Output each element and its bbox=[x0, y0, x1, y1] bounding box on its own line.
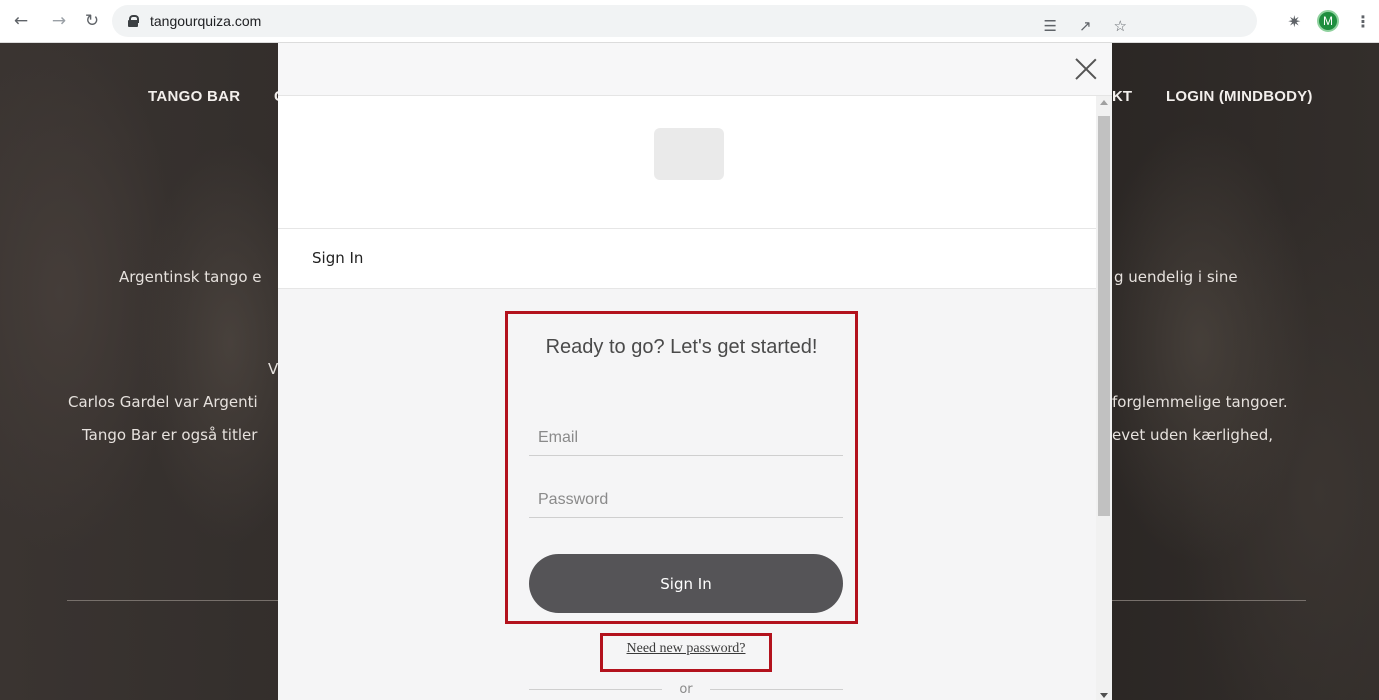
divider-right bbox=[1112, 600, 1306, 601]
studio-logo bbox=[654, 128, 724, 180]
form-title: Ready to go? Let's get started! bbox=[545, 336, 818, 358]
heading-partial: V bbox=[268, 360, 279, 378]
browser-menu-icon[interactable]: ⋮ bbox=[1355, 12, 1371, 31]
tango-bar-text-right: evet uden kærlighed, bbox=[1112, 426, 1273, 444]
close-icon[interactable] bbox=[1074, 57, 1098, 81]
gardel-text-left: Carlos Gardel var Argenti bbox=[68, 393, 258, 411]
browser-toolbar: ← → ↻ tangourquiza.com ☰ ↗ ☆ ✷ M ⋮ bbox=[0, 0, 1379, 43]
extensions-puzzle-icon[interactable]: ✷ bbox=[1288, 12, 1301, 31]
nav-partial-right[interactable]: KT bbox=[1112, 88, 1132, 105]
scroll-down-arrow-icon[interactable] bbox=[1100, 693, 1108, 698]
divider-left bbox=[67, 600, 278, 601]
lock-icon[interactable] bbox=[128, 15, 139, 27]
bookmark-star-icon[interactable]: ☆ bbox=[1114, 15, 1127, 37]
forward-arrow-icon[interactable]: → bbox=[47, 9, 71, 33]
password-field[interactable] bbox=[529, 482, 843, 518]
url-text[interactable]: tangourquiza.com bbox=[150, 13, 261, 29]
intro-text-left: Argentinsk tango e bbox=[119, 268, 262, 286]
or-line-right bbox=[710, 689, 843, 690]
password-input[interactable] bbox=[529, 482, 843, 517]
share-icon[interactable]: ↗ bbox=[1079, 15, 1092, 37]
signin-header-title: Sign In bbox=[312, 249, 364, 267]
back-arrow-icon[interactable]: ← bbox=[9, 9, 33, 33]
email-field[interactable] bbox=[529, 420, 843, 456]
signin-header-bar: Sign In bbox=[278, 228, 1096, 289]
profile-avatar[interactable]: M bbox=[1317, 10, 1339, 32]
sign-in-button[interactable]: Sign In bbox=[529, 554, 843, 613]
intro-text-right: g uendelig i sine bbox=[1114, 268, 1238, 286]
scroll-up-arrow-icon[interactable] bbox=[1100, 100, 1108, 105]
translate-icon[interactable]: ☰ bbox=[1044, 15, 1057, 37]
tango-bar-text-left: Tango Bar er også titler bbox=[82, 426, 258, 444]
or-divider: or bbox=[529, 682, 843, 700]
nav-tango-bar[interactable]: TANGO BAR bbox=[148, 88, 240, 105]
reload-icon[interactable]: ↻ bbox=[80, 9, 104, 33]
email-input[interactable] bbox=[529, 420, 843, 455]
modal-header bbox=[278, 43, 1112, 96]
scroll-thumb[interactable] bbox=[1098, 116, 1110, 516]
logo-area bbox=[278, 96, 1096, 228]
need-new-password-link[interactable]: Need new password? bbox=[600, 641, 772, 657]
nav-login-mindbody[interactable]: LOGIN (MINDBODY) bbox=[1166, 88, 1313, 105]
gardel-text-right: forglemmelige tangoer. bbox=[1112, 393, 1288, 411]
modal-scrollbar[interactable] bbox=[1096, 96, 1112, 700]
address-bar[interactable]: tangourquiza.com ☰ ↗ ☆ bbox=[112, 5, 1257, 37]
